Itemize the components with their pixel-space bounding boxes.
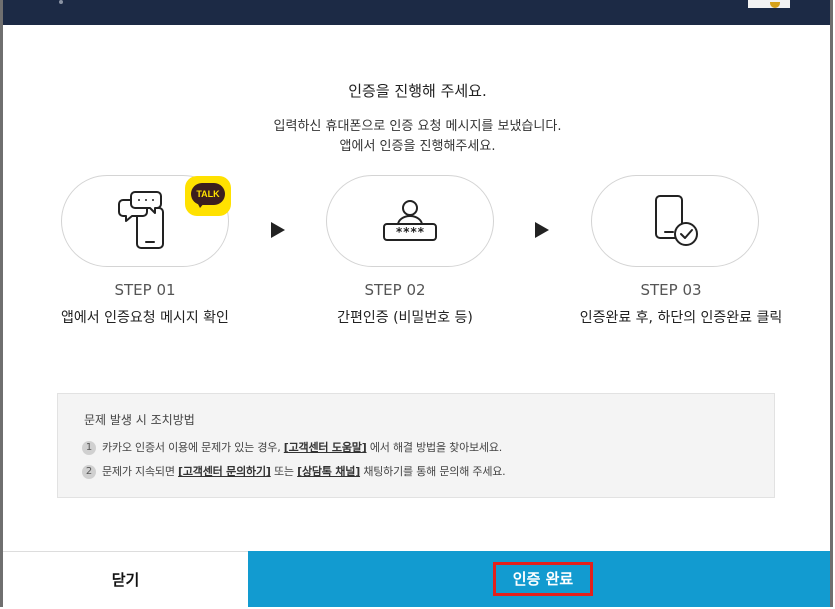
dialog-title: 인증을 진행해 주세요. xyxy=(348,82,487,100)
number-badge: 1 xyxy=(82,441,96,455)
step-02-card: **** xyxy=(326,175,494,267)
help-text: 카카오 인증서 이용에 문제가 있는 경우, xyxy=(102,441,284,454)
step-01-label: STEP 01 xyxy=(114,281,176,299)
kakaotalk-badge: TALK xyxy=(185,176,231,216)
step-02-description: 간편인증 (비밀번호 등) xyxy=(337,310,473,326)
phone-check-icon xyxy=(655,195,698,246)
header-logo xyxy=(748,0,790,8)
step-01-description: 앱에서 인증요청 메시지 확인 xyxy=(61,310,229,326)
phone-message-icon xyxy=(118,191,164,249)
step-03-card xyxy=(591,175,759,267)
help-text: 채팅하기를 통해 문의해 주세요. xyxy=(360,465,506,478)
customer-center-help-link[interactable]: [고객센터 도움말] xyxy=(284,441,367,454)
help-text: 또는 xyxy=(270,465,298,478)
dialog-description-line1: 입력하신 휴대폰으로 인증 요청 메시지를 보냈습니다. xyxy=(273,119,562,134)
help-text: 에서 해결 방법을 찾아보세요. xyxy=(366,441,503,454)
help-item: 1 카카오 인증서 이용에 문제가 있는 경우, [고객센터 도움말] 에서 해결… xyxy=(82,439,502,455)
talk-badge-tail xyxy=(197,202,205,208)
dialog-description-line2: 앱에서 인증을 진행해주세요. xyxy=(339,139,496,154)
header-bar xyxy=(3,0,830,25)
step-03-description: 인증완료 후, 하단의 인증완료 클릭 xyxy=(579,310,783,326)
chat-channel-link[interactable]: [상담톡 채널] xyxy=(297,465,360,478)
arrow-right-icon xyxy=(535,222,549,238)
header-dot xyxy=(59,0,63,4)
step-03-label: STEP 03 xyxy=(640,281,702,299)
arrow-right-icon xyxy=(271,222,285,238)
complete-auth-label: 인증 완료 xyxy=(493,562,593,596)
troubleshooting-box: 문제 발생 시 조치방법 1 카카오 인증서 이용에 문제가 있는 경우, [고객… xyxy=(57,393,775,498)
troubleshooting-title: 문제 발생 시 조치방법 xyxy=(84,413,195,427)
help-item: 2 문제가 지속되면 [고객센터 문의하기] 또는 [상담톡 채널] 채팅하기를 … xyxy=(82,463,506,479)
customer-center-inquiry-link[interactable]: [고객센터 문의하기] xyxy=(178,465,271,478)
number-badge: 2 xyxy=(82,465,96,479)
help-text: 문제가 지속되면 xyxy=(102,465,179,478)
complete-auth-button[interactable]: 인증 완료 xyxy=(248,551,830,607)
svg-text:****: **** xyxy=(396,225,425,239)
user-password-icon: **** xyxy=(383,200,437,241)
step-02-label: STEP 02 xyxy=(364,281,426,299)
close-button[interactable]: 닫기 xyxy=(3,551,248,607)
